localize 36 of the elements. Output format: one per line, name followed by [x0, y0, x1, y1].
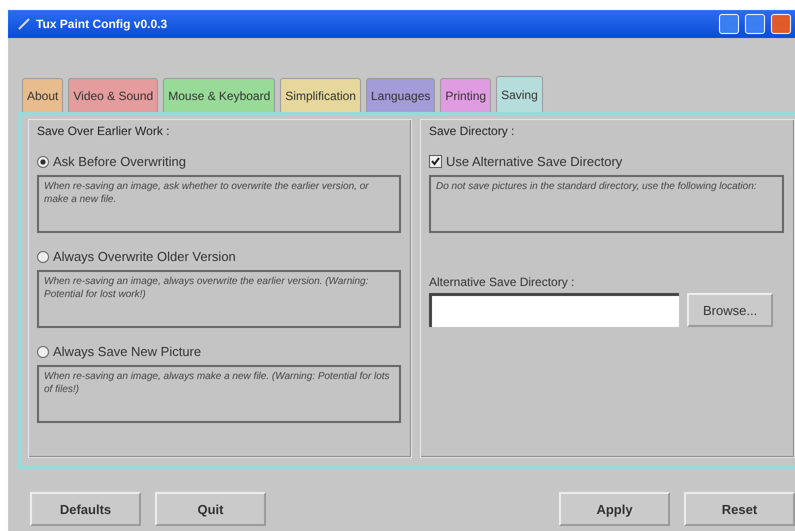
- action-button[interactable]: Quit: [155, 492, 266, 526]
- browse-button[interactable]: Browse...: [687, 293, 774, 327]
- description-box: When re-saving an image, always make a new file. (Warning: Potential for lots of files!): [37, 365, 401, 423]
- radio-icon[interactable]: [37, 250, 49, 262]
- option-label: Use Alternative Save Directory: [446, 154, 622, 169]
- action-button[interactable]: Defaults: [30, 492, 141, 526]
- checkbox-icon[interactable]: [429, 155, 442, 168]
- maximize-button[interactable]: [745, 14, 765, 34]
- tab[interactable]: Simplification: [280, 78, 361, 112]
- radio-option[interactable]: Ask Before Overwriting: [37, 154, 401, 169]
- minimize-button[interactable]: [719, 14, 739, 34]
- radio-option[interactable]: Always Overwrite Older Version: [37, 249, 401, 264]
- tab[interactable]: Saving: [496, 76, 543, 113]
- field-label: Alternative Save Directory :: [429, 275, 576, 289]
- description-box: When re-saving an image, ask whether to overwrite the earlier version, or make a new file.: [37, 175, 401, 233]
- tab[interactable]: Mouse & Keyboard: [163, 78, 276, 112]
- checkbox-option[interactable]: Use Alternative Save Directory: [429, 154, 784, 169]
- section-heading: Save Over Earlier Work :: [37, 124, 170, 138]
- tab[interactable]: Video & Sound: [68, 78, 158, 112]
- option-label: Ask Before Overwriting: [53, 154, 186, 169]
- window-title: Tux Paint Config v0.0.3: [36, 17, 168, 31]
- tab[interactable]: Languages: [366, 78, 436, 112]
- tab[interactable]: About: [22, 78, 64, 112]
- option-label: Always Overwrite Older Version: [53, 249, 236, 264]
- radio-icon[interactable]: [37, 346, 49, 358]
- option-label: Always Save New Picture: [53, 344, 202, 359]
- close-button[interactable]: [771, 14, 791, 34]
- description-box: When re-saving an image, always overwrite the earlier version. (Warning: Potential for lost work!): [37, 270, 401, 328]
- action-button[interactable]: Apply: [559, 492, 670, 526]
- description-box: Do not save pictures in the standard directory, use the following location:: [429, 175, 784, 233]
- directory-field[interactable]: [429, 293, 679, 327]
- radio-option[interactable]: Always Save New Picture: [37, 344, 401, 359]
- tab[interactable]: Printing: [440, 78, 492, 112]
- radio-icon[interactable]: [37, 156, 49, 168]
- action-button[interactable]: Reset: [684, 492, 795, 526]
- section-heading: Save Directory :: [429, 124, 516, 138]
